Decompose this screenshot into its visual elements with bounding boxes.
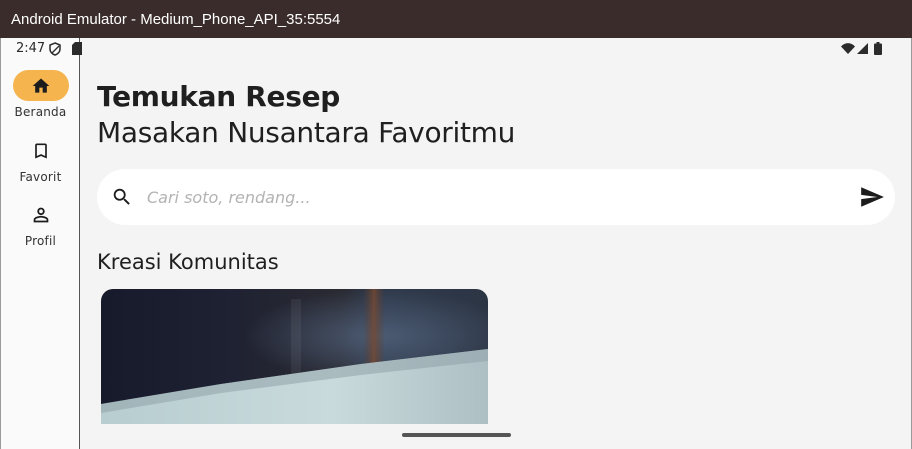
- shield-icon: [49, 42, 61, 56]
- rail-label-beranda: Beranda: [14, 105, 67, 119]
- page-subtitle: Masakan Nusantara Favoritmu: [97, 116, 516, 149]
- section-title-community: Kreasi Komunitas: [97, 250, 279, 274]
- rail-item-beranda[interactable]: Beranda: [1, 70, 80, 119]
- status-time: 2:47: [16, 41, 46, 56]
- rail-item-favorit[interactable]: Favorit: [1, 135, 80, 184]
- rail-item-profil[interactable]: Profil: [1, 199, 80, 248]
- page-title: Temukan Resep: [97, 80, 341, 113]
- person-icon: [33, 207, 48, 222]
- window-title: Android Emulator - Medium_Phone_API_35:5…: [11, 10, 341, 28]
- recipe-photo: [101, 289, 488, 424]
- search-input[interactable]: [147, 183, 837, 211]
- navigation-rail: Beranda Favorit Profil: [1, 38, 80, 449]
- rail-active-indicator: [12, 70, 69, 101]
- rail-label-profil: Profil: [24, 234, 57, 248]
- community-recipe-card[interactable]: [101, 289, 488, 424]
- home-icon: [32, 78, 49, 93]
- search-bar[interactable]: [97, 169, 895, 225]
- window-titlebar: Android Emulator - Medium_Phone_API_35:5…: [0, 0, 912, 38]
- send-icon[interactable]: [859, 184, 885, 210]
- bookmark-icon: [34, 143, 47, 158]
- rail-label-favorit: Favorit: [19, 170, 62, 184]
- device-screen: Beranda Favorit Profil 2:47 Temukan Rese…: [1, 38, 911, 449]
- search-icon: [113, 188, 130, 205]
- main-content: Temukan Resep Masakan Nusantara Favoritm…: [81, 38, 911, 449]
- home-gesture-bar[interactable]: [402, 433, 511, 437]
